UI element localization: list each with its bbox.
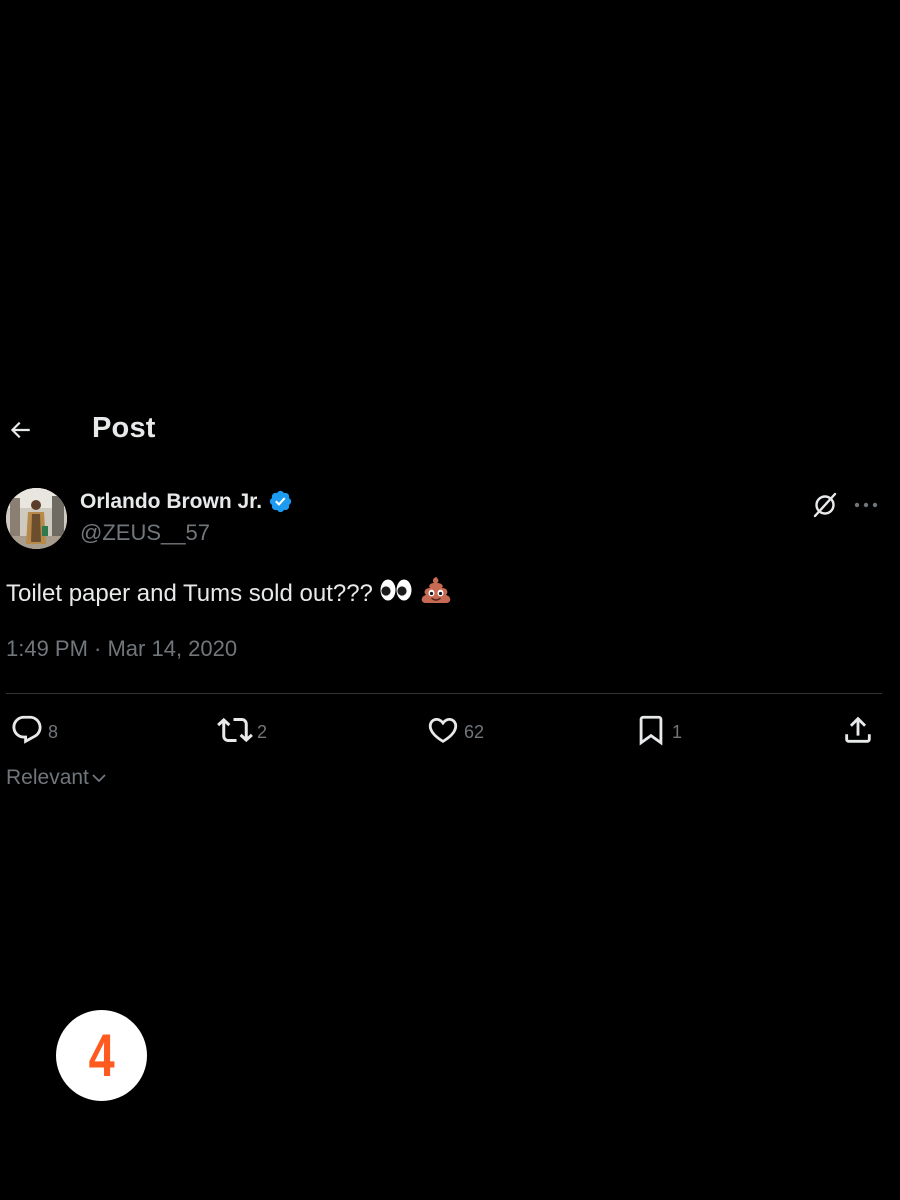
back-arrow-icon[interactable] — [4, 414, 36, 446]
post-header: Post — [0, 404, 900, 454]
author-handle[interactable]: @ZEUS__57 — [80, 520, 210, 546]
bookmark-button[interactable]: 1 — [634, 714, 682, 750]
heart-icon — [426, 713, 460, 752]
verified-badge-icon[interactable] — [268, 489, 293, 514]
badge-number: 4 — [88, 1021, 115, 1089]
divider — [6, 693, 882, 694]
sort-label: Relevant — [6, 766, 89, 789]
post-timestamp[interactable]: 1:49 PM · Mar 14, 2020 — [6, 636, 237, 662]
share-icon — [841, 713, 875, 752]
repost-icon — [217, 712, 253, 753]
post-text: Toilet paper and Tums sold out??? — [6, 575, 453, 612]
eyes-emoji-icon — [379, 577, 413, 610]
number-badge: 4 — [56, 1010, 147, 1101]
post-text-content: Toilet paper and Tums sold out??? — [6, 579, 373, 607]
reply-button[interactable]: 8 — [10, 714, 58, 750]
repost-count: 2 — [257, 721, 268, 742]
author-name[interactable]: Orlando Brown Jr. — [80, 489, 293, 514]
more-options-icon[interactable] — [851, 490, 881, 520]
avatar[interactable] — [6, 488, 67, 549]
page-title: Post — [92, 412, 156, 444]
share-button[interactable] — [841, 714, 875, 750]
bookmark-icon — [634, 713, 668, 752]
chevron-down-icon — [91, 770, 107, 786]
reply-icon — [10, 713, 44, 752]
sort-relevant-dropdown[interactable]: Relevant — [6, 766, 107, 790]
author-name-text: Orlando Brown Jr. — [80, 489, 263, 513]
bookmark-count: 1 — [672, 721, 683, 742]
grok-icon[interactable] — [810, 490, 840, 520]
like-count: 62 — [464, 721, 485, 742]
like-button[interactable]: 62 — [426, 714, 484, 750]
reply-count: 8 — [48, 721, 59, 742]
pile-of-poo-icon — [419, 575, 453, 612]
repost-button[interactable]: 2 — [217, 714, 267, 750]
